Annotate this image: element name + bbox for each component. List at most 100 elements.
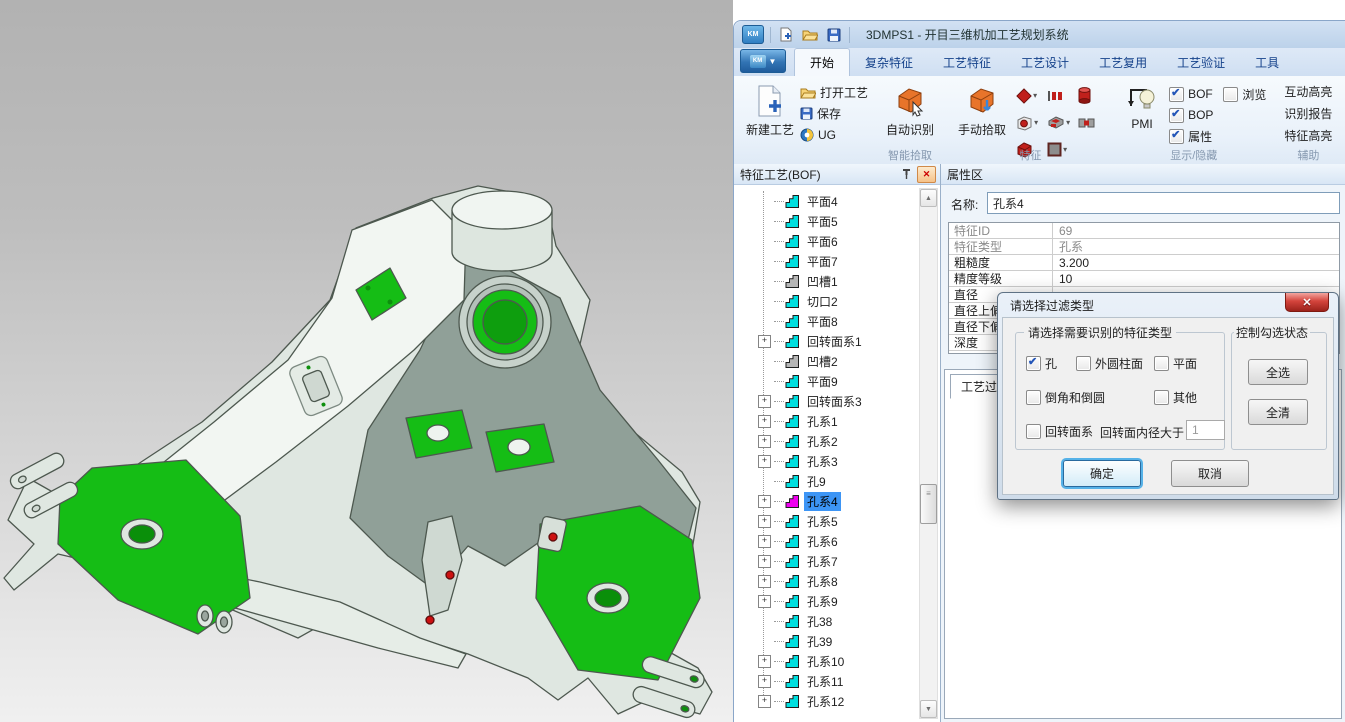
dialog-close-icon[interactable]: ✕ [1285, 293, 1329, 312]
scroll-down-icon[interactable]: ▼ [920, 700, 937, 718]
cube-hole-icon[interactable]: ▾ [1016, 109, 1047, 136]
red-blocks-icon[interactable] [1078, 109, 1109, 136]
red-diamond-icon[interactable]: ▾ [1016, 82, 1047, 109]
browse-checkbox[interactable]: 浏览 [1223, 84, 1266, 104]
dialog-checkbox-外圆柱面[interactable]: 外圆柱面 [1076, 353, 1154, 373]
tree-item-切口2[interactable]: +切口2 [734, 291, 865, 311]
property-row-精度等级[interactable]: 精度等级10 [949, 271, 1339, 287]
tree-item-平面5[interactable]: +平面5 [734, 211, 865, 231]
feature-node-icon [785, 394, 800, 409]
expander-icon[interactable]: + [758, 455, 771, 468]
tree-item-孔系3[interactable]: +孔系3 [734, 451, 865, 471]
tree-item-孔系5[interactable]: +孔系5 [734, 511, 865, 531]
expander-icon[interactable]: + [758, 515, 771, 528]
expander-icon[interactable]: + [758, 695, 771, 708]
expander-icon[interactable]: + [758, 435, 771, 448]
tree-item-凹槽1[interactable]: +凹槽1 [734, 271, 865, 291]
bop-checkbox[interactable]: BOP [1169, 105, 1213, 125]
open-folder-icon[interactable] [801, 26, 819, 44]
pin-icon[interactable] [898, 167, 914, 182]
tree-item-回转面系3[interactable]: +回转面系3 [734, 391, 865, 411]
ug-button[interactable]: UG [800, 124, 868, 145]
red-wedge-icon[interactable]: ▾ [1047, 109, 1078, 136]
property-row-特征ID[interactable]: 特征ID69 [949, 223, 1339, 239]
tree-item-回转面系1[interactable]: +回转面系1 [734, 331, 865, 351]
tree-item-平面6[interactable]: +平面6 [734, 231, 865, 251]
open-process-button[interactable]: 打开工艺 [800, 82, 868, 103]
tree-item-孔9[interactable]: +孔9 [734, 471, 865, 491]
property-row-特征类型[interactable]: 特征类型孔系 [949, 239, 1339, 255]
tree-item-凹槽2[interactable]: +凹槽2 [734, 351, 865, 371]
expander-icon[interactable]: + [758, 415, 771, 428]
tree-item-平面9[interactable]: +平面9 [734, 371, 865, 391]
tree-item-孔系11[interactable]: +孔系11 [734, 671, 865, 691]
select-all-button[interactable]: 全选 [1248, 359, 1308, 385]
tree-item-孔系10[interactable]: +孔系10 [734, 651, 865, 671]
close-icon[interactable]: ✕ [917, 166, 936, 183]
dialog-checkbox-回转面系[interactable]: 回转面系 [1026, 421, 1093, 441]
tab-工艺复用[interactable]: 工艺复用 [1084, 49, 1162, 76]
new-process-button[interactable]: 新建工艺 [740, 80, 800, 142]
expander-icon[interactable]: + [758, 595, 771, 608]
tree-line [774, 441, 784, 442]
save-icon[interactable] [825, 26, 843, 44]
tree-item-平面8[interactable]: +平面8 [734, 311, 865, 331]
bof-checkbox[interactable]: BOF [1169, 84, 1213, 104]
save-button[interactable]: 保存 [800, 103, 868, 124]
dialog-checkbox-平面[interactable]: 平面 [1154, 353, 1197, 373]
scrollbar-thumb[interactable]: ≡ [920, 484, 937, 524]
tree-item-平面4[interactable]: +平面4 [734, 191, 865, 211]
diameter-input[interactable]: 1 [1186, 420, 1225, 440]
name-input[interactable]: 孔系4 [987, 192, 1340, 214]
feature-node-icon [785, 334, 800, 349]
ok-button[interactable]: 确定 [1063, 460, 1141, 487]
tab-开始[interactable]: 开始 [794, 48, 850, 76]
scroll-up-icon[interactable]: ▲ [920, 189, 937, 207]
cancel-button[interactable]: 取消 [1171, 460, 1249, 487]
tree-item-孔系2[interactable]: +孔系2 [734, 431, 865, 451]
tree-item-孔系9[interactable]: +孔系9 [734, 591, 865, 611]
aux-link-互动高亮[interactable]: 互动高亮 [1278, 80, 1338, 102]
feature-type-group-label: 请选择需要识别的特征类型 [1024, 324, 1176, 341]
tree-item-孔系1[interactable]: +孔系1 [734, 411, 865, 431]
tree-item-孔系7[interactable]: +孔系7 [734, 551, 865, 571]
title-bar[interactable]: KM 3DMPS1 - 开目三维机加工艺规划系统 [734, 21, 1345, 48]
new-doc-icon[interactable] [777, 26, 795, 44]
pmi-button[interactable]: PMI [1121, 80, 1163, 135]
3d-viewport[interactable] [0, 0, 733, 722]
expander-icon[interactable]: + [758, 335, 771, 348]
expander-icon[interactable]: + [758, 675, 771, 688]
tree-item-孔系12[interactable]: +孔系12 [734, 691, 865, 711]
red-bars-icon[interactable] [1047, 82, 1078, 109]
manual-pick-button[interactable]: 手动拾取 [952, 80, 1012, 142]
tab-工艺验证[interactable]: 工艺验证 [1162, 49, 1240, 76]
tree-item-孔38[interactable]: +孔38 [734, 611, 865, 631]
auto-recognize-button[interactable]: 自动识别 [880, 80, 940, 142]
tab-工具[interactable]: 工具 [1240, 49, 1294, 76]
aux-link-识别报告[interactable]: 识别报告 [1278, 102, 1338, 124]
tree-item-孔系8[interactable]: +孔系8 [734, 571, 865, 591]
expander-icon[interactable]: + [758, 575, 771, 588]
tab-工艺特征[interactable]: 工艺特征 [928, 49, 1006, 76]
dialog-checkbox-孔[interactable]: 孔 [1026, 353, 1076, 373]
clear-all-button[interactable]: 全清 [1248, 399, 1308, 425]
dialog-checkbox-倒角和倒圆[interactable]: 倒角和倒圆 [1026, 387, 1154, 407]
tree-item-平面7[interactable]: +平面7 [734, 251, 865, 271]
tab-工艺设计[interactable]: 工艺设计 [1006, 49, 1084, 76]
expander-icon[interactable]: + [758, 655, 771, 668]
tree-item-孔系6[interactable]: +孔系6 [734, 531, 865, 551]
tree-item-孔系4[interactable]: +孔系4 [734, 491, 865, 511]
属性-checkbox[interactable]: 属性 [1169, 126, 1212, 146]
app-menu-button[interactable]: KM▼ [740, 49, 786, 73]
expander-icon[interactable]: + [758, 535, 771, 548]
tree-item-孔39[interactable]: +孔39 [734, 631, 865, 651]
tree-scrollbar[interactable]: ▲ ≡ ▼ [919, 188, 938, 719]
expander-icon[interactable]: + [758, 395, 771, 408]
property-row-粗糙度[interactable]: 粗糙度3.200 [949, 255, 1339, 271]
dialog-checkbox-其他[interactable]: 其他 [1154, 387, 1197, 407]
tab-复杂特征[interactable]: 复杂特征 [850, 49, 928, 76]
red-cylinder-icon[interactable] [1078, 82, 1109, 109]
expander-icon[interactable]: + [758, 555, 771, 568]
expander-icon[interactable]: + [758, 495, 771, 508]
aux-link-特征高亮[interactable]: 特征高亮 [1278, 124, 1338, 146]
